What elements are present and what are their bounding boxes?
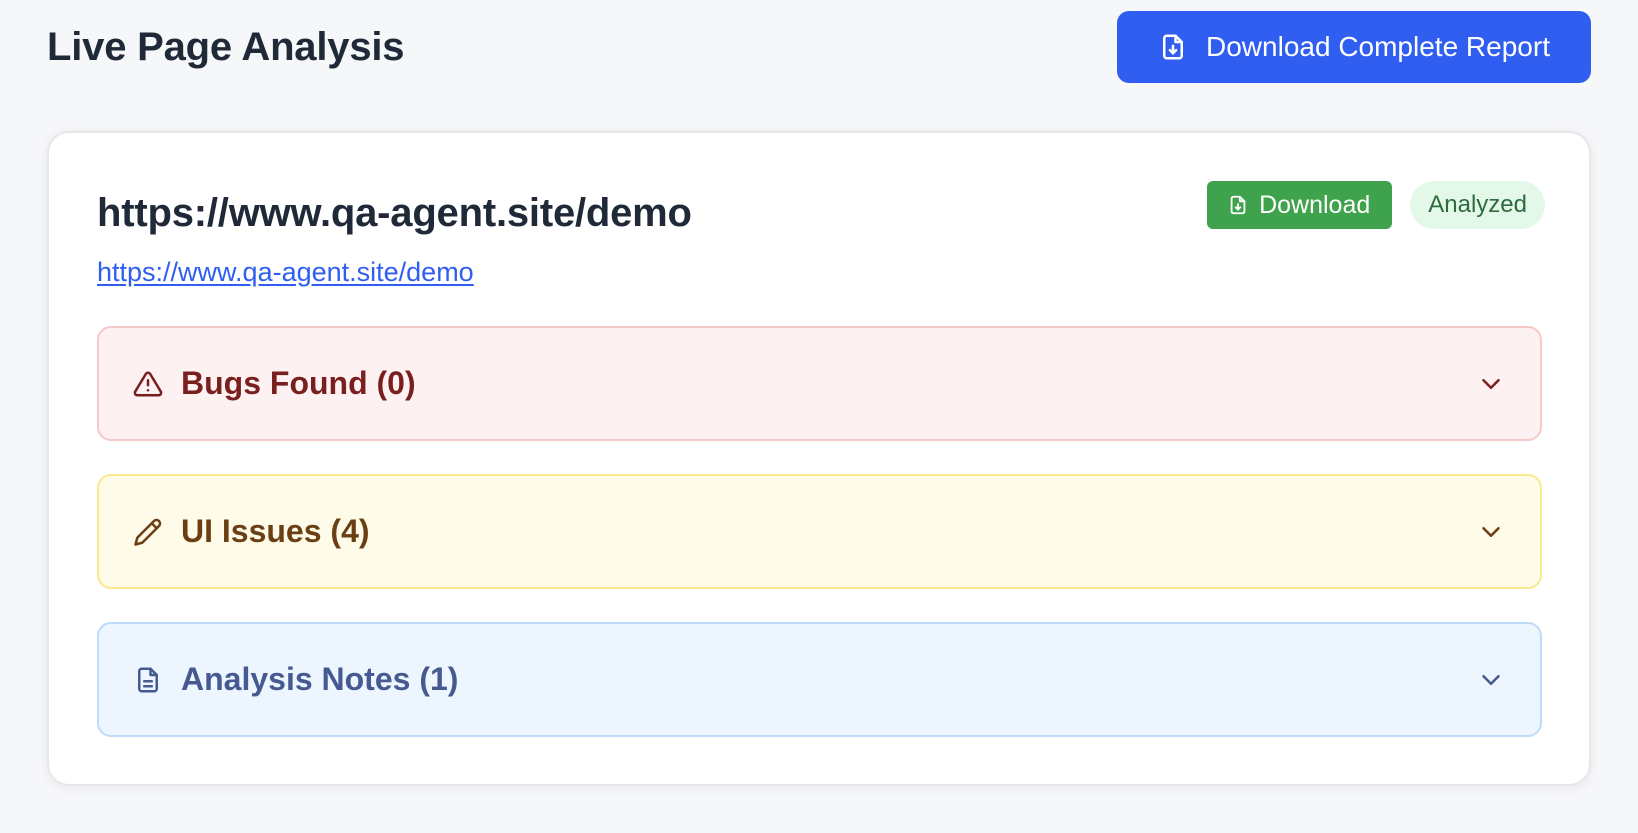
page-title: Live Page Analysis: [47, 24, 405, 69]
chevron-down-icon: [1482, 378, 1500, 389]
section-bugs-found[interactable]: Bugs Found (0): [97, 326, 1542, 441]
section-ui-issues[interactable]: UI Issues (4): [97, 474, 1542, 589]
warning-triangle-icon: [133, 370, 163, 396]
section-label: Analysis Notes (1): [181, 661, 459, 697]
section-label: Bugs Found (0): [181, 365, 416, 401]
section-analysis-notes[interactable]: Analysis Notes (1): [97, 622, 1542, 737]
pencil-icon: [134, 518, 162, 546]
document-icon: [138, 667, 158, 692]
chevron-down-icon: [1482, 526, 1500, 537]
card-header: https://www.qa-agent.site/demo Download …: [97, 181, 1545, 245]
download-button[interactable]: Download: [1207, 181, 1393, 229]
download-complete-report-button[interactable]: Download Complete Report: [1117, 11, 1591, 83]
status-badge: Analyzed: [1410, 181, 1545, 229]
header: Live Page Analysis Download Complete Rep…: [47, 11, 1591, 83]
site-title: https://www.qa-agent.site/demo: [97, 191, 692, 235]
section-label: UI Issues (4): [181, 513, 370, 549]
page: Live Page Analysis Download Complete Rep…: [0, 0, 1638, 833]
report-button-label: Download Complete Report: [1206, 31, 1550, 62]
page-card: https://www.qa-agent.site/demo Download …: [47, 131, 1591, 786]
file-download-icon: [1230, 195, 1246, 215]
file-download-icon: [1163, 34, 1184, 60]
site-link[interactable]: https://www.qa-agent.site/demo: [97, 257, 474, 288]
download-button-label: Download: [1259, 190, 1371, 219]
chevron-down-icon: [1482, 674, 1500, 685]
card-actions: Download Analyzed: [1207, 181, 1545, 229]
